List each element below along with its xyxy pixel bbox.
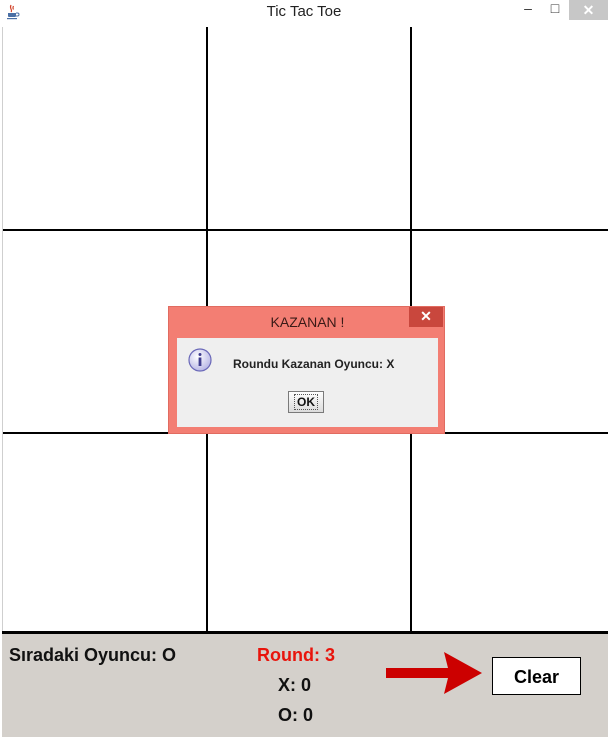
board-cell-2-0[interactable] bbox=[3, 434, 206, 631]
grid-line-horizontal bbox=[3, 229, 608, 231]
clear-button[interactable]: Clear bbox=[492, 657, 581, 695]
dialog-close-button[interactable]: ✕ bbox=[409, 307, 443, 327]
minimize-button[interactable]: – bbox=[515, 0, 541, 20]
close-button[interactable]: ✕ bbox=[569, 0, 608, 20]
board-cell-0-0[interactable] bbox=[3, 27, 206, 229]
dialog-title: KAZANAN ! bbox=[270, 314, 345, 330]
maximize-button[interactable]: □ bbox=[541, 0, 569, 20]
ok-button-label: OK bbox=[294, 394, 318, 410]
score-o-label: O: 0 bbox=[278, 705, 314, 725]
status-panel: Sıradaki Oyuncu: O Round: 3 X: 0 O: 0 Cl… bbox=[2, 634, 608, 737]
round-label: Round: 3 bbox=[257, 645, 335, 665]
title-bar: Tic Tac Toe – □ ✕ bbox=[0, 0, 608, 26]
winner-dialog: KAZANAN ! ✕ Roundu Kazanan Oyuncu: X OK bbox=[168, 306, 445, 434]
dialog-message: Roundu Kazanan Oyuncu: X bbox=[233, 357, 395, 371]
dialog-body: Roundu Kazanan Oyuncu: X OK bbox=[177, 338, 438, 427]
arrow-right-icon bbox=[386, 652, 482, 694]
board-cell-0-2[interactable] bbox=[412, 27, 608, 229]
ok-button[interactable]: OK bbox=[288, 391, 324, 413]
score-x-label: X: 0 bbox=[278, 675, 312, 695]
next-player-label: Sıradaki Oyuncu: O bbox=[9, 645, 177, 665]
board-cell-2-1[interactable] bbox=[208, 434, 410, 631]
board-cell-2-2[interactable] bbox=[412, 434, 608, 631]
info-icon bbox=[188, 348, 212, 372]
board-cell-0-1[interactable] bbox=[208, 27, 410, 229]
